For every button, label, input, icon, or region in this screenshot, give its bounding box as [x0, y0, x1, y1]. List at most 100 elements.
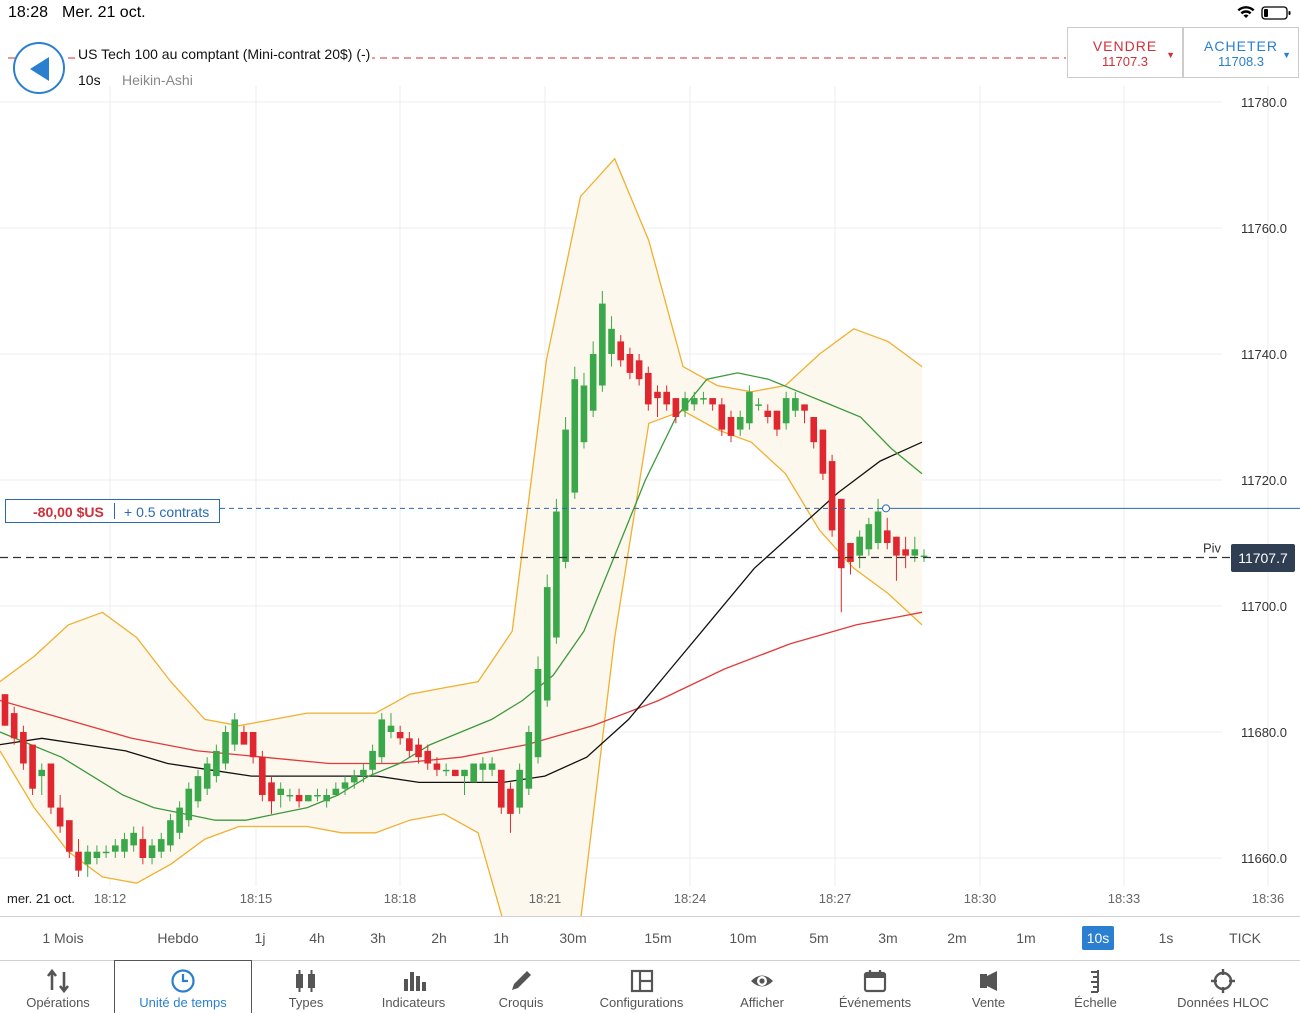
candle-body [782, 398, 790, 424]
candle-body [654, 391, 661, 399]
candle-body [148, 845, 156, 858]
toolbar-types[interactable]: Types [252, 961, 360, 1013]
candle-body [222, 732, 229, 764]
timeframe-1m[interactable]: 1m [1016, 926, 1035, 950]
timeframe-10m[interactable]: 10m [729, 926, 756, 950]
candle-body [663, 391, 670, 405]
candle-body [507, 788, 514, 814]
buy-button[interactable]: ACHETER 11708.3 ▼ [1183, 27, 1299, 78]
time-tick-label: 18:33 [1108, 891, 1141, 906]
wifi-icon [1237, 6, 1255, 18]
buy-price: 11708.3 [1217, 54, 1265, 69]
timeframe-4h[interactable]: 4h [309, 926, 325, 950]
candle-body [792, 398, 799, 411]
candle-body [700, 398, 707, 400]
candle-body [626, 354, 634, 373]
candle-body [249, 732, 257, 758]
candle-body [268, 782, 275, 802]
price-tick-label: 11700.0 [1241, 599, 1287, 614]
back-button[interactable] [13, 42, 65, 94]
candle-body [424, 750, 432, 764]
toolbar-donnees-hloc[interactable]: Données HLOC [1148, 961, 1298, 1013]
candle-body [516, 769, 523, 808]
candle-body [203, 763, 211, 789]
bar-chart-icon [403, 972, 426, 991]
calendar-icon [863, 970, 887, 993]
toolbar-echelle[interactable]: Échelle [1043, 961, 1148, 1013]
candle-body [314, 795, 321, 797]
candle-body [819, 429, 827, 474]
timeframe-2m[interactable]: 2m [947, 926, 966, 950]
chart-timeframe: 10s [78, 72, 101, 88]
toolbar-label: Afficher [740, 995, 784, 1010]
arrows-updown-icon [46, 968, 70, 994]
timeframe-3h[interactable]: 3h [370, 926, 386, 950]
toolbar-vente[interactable]: Vente [934, 961, 1043, 1013]
timeframe-30m[interactable]: 30m [559, 926, 586, 950]
price-tick-label: 11660.0 [1241, 851, 1287, 866]
candle-body [277, 788, 285, 795]
candle-body [681, 398, 689, 411]
candle-body [635, 360, 643, 380]
timeframe-1-mois[interactable]: 1 Mois [42, 926, 83, 950]
candle-body [810, 417, 818, 443]
toolbar-label: Types [288, 995, 324, 1010]
candle-body [10, 713, 18, 739]
timeframe-1s[interactable]: 1s [1159, 926, 1174, 950]
candle-body [883, 530, 891, 543]
timeframe-tick[interactable]: TICK [1229, 926, 1261, 950]
timeframe-hebdo[interactable]: Hebdo [157, 926, 198, 950]
bollinger-band-fill [0, 158, 922, 916]
candle-body [29, 744, 36, 789]
toolbar-indicateurs[interactable]: Indicateurs [360, 961, 467, 1013]
candle-body [194, 776, 202, 802]
timeframe-3m[interactable]: 3m [878, 926, 897, 950]
candle-body [599, 303, 606, 386]
position-label[interactable]: -80,00 $US + 0.5 contrats [5, 499, 220, 523]
candle-body [231, 719, 239, 745]
timeframe-1j[interactable]: 1j [255, 926, 266, 950]
candle-body [102, 851, 110, 854]
candle-body [589, 354, 597, 411]
candle-body [47, 763, 55, 808]
price-tick-label: 11680.0 [1241, 725, 1287, 740]
candle-body [304, 795, 312, 802]
timeframe-10s[interactable]: 10s [1081, 926, 1115, 950]
chart-type: Heikin-Ashi [122, 72, 193, 88]
timeframe-1h[interactable]: 1h [493, 926, 509, 950]
timeframe-2h[interactable]: 2h [431, 926, 447, 950]
candle-body [856, 536, 863, 556]
toolbar-afficher[interactable]: Afficher [708, 961, 816, 1013]
candle-body [406, 738, 413, 751]
caret-down-icon: ▼ [1166, 50, 1175, 60]
candle-body [672, 398, 680, 417]
candle-body [341, 782, 349, 789]
toolbar-configurations[interactable]: Configurations [575, 961, 708, 1013]
price-chart[interactable]: Piv 11660.0 11680.0 11700.0 11720.0 11740.0 11… [0, 26, 1300, 916]
toolbar-label: Indicateurs [381, 995, 446, 1010]
toolbar-unite-de-temps[interactable]: Unité de temps [114, 960, 252, 1013]
back-arrow-icon [30, 57, 49, 81]
candle-body [56, 807, 64, 827]
sell-price: 11707.3 [1101, 54, 1149, 69]
candle-body [580, 385, 588, 443]
sell-button[interactable]: VENDRE 11707.3 ▼ [1067, 27, 1183, 78]
candle-body [360, 769, 367, 777]
candle-body [286, 795, 294, 797]
candle-body [534, 669, 542, 758]
candle-body [433, 763, 441, 770]
toolbar-operations[interactable]: Opérations [2, 961, 114, 1013]
candle-body [240, 732, 248, 745]
candle-body [75, 851, 82, 871]
timeframe-5m[interactable]: 5m [809, 926, 828, 950]
candle-body [497, 769, 505, 808]
current-price-tag: 11707.7 [1231, 544, 1295, 572]
candle-body [295, 795, 303, 802]
toolbar-label: Opérations [26, 995, 90, 1010]
date-label: mer. 21 oct. [7, 891, 75, 906]
timeframe-15m[interactable]: 15m [644, 926, 671, 950]
candle-body [727, 417, 735, 436]
toolbar-label: Échelle [1074, 995, 1117, 1010]
toolbar-evenements[interactable]: Événements [816, 961, 934, 1013]
toolbar-croquis[interactable]: Croquis [467, 961, 575, 1013]
